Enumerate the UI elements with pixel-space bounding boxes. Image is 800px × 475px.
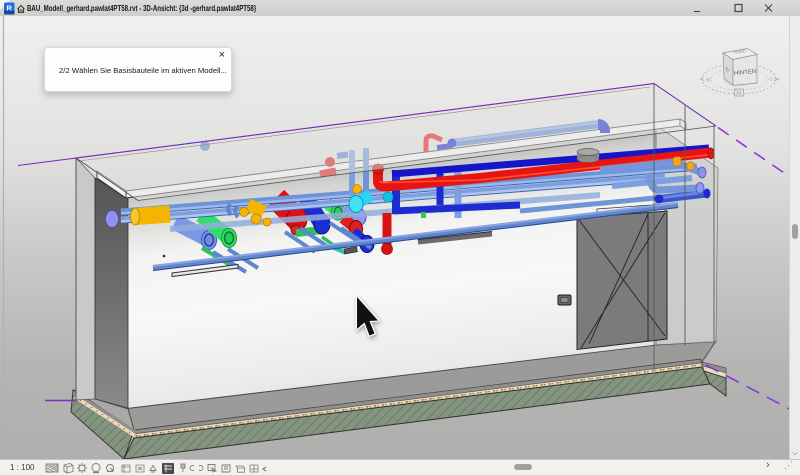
svg-text:N: N xyxy=(737,91,741,97)
svg-text:W: W xyxy=(706,77,711,83)
svg-text:R: R xyxy=(6,4,12,13)
svg-text:O: O xyxy=(769,77,773,83)
